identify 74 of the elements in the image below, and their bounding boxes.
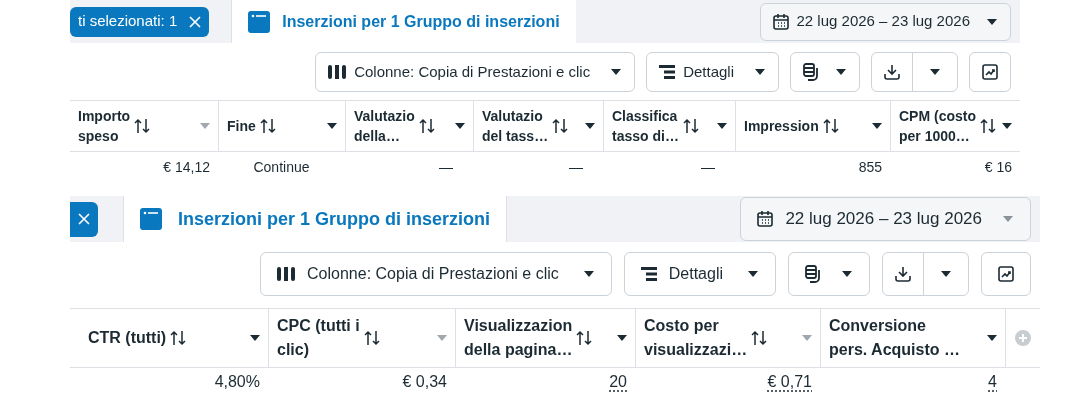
sort-icon: [363, 330, 380, 346]
close-icon: [189, 15, 202, 28]
breakdown-icon: [659, 64, 676, 80]
caret-icon: [754, 68, 766, 76]
sort-icon: [552, 118, 569, 134]
columns-button[interactable]: Colonne: Copia di Prestazioni e clic: [260, 252, 612, 296]
caret-icon: [747, 270, 759, 278]
table-cell-text: 855: [858, 157, 882, 177]
chart-button[interactable]: [969, 52, 1011, 92]
table-cell-text: € 16: [984, 157, 1012, 177]
window-icon: [140, 208, 162, 230]
date-range-button[interactable]: 22 lug 2026 – 23 lug 2026: [740, 197, 1031, 241]
sort-icon: [170, 330, 187, 346]
tab[interactable]: Inserzioni per 1 Gruppo di inserzioni: [231, 0, 576, 43]
sort-icon: [259, 118, 276, 134]
column-header[interactable]: CTR (tutti): [80, 309, 268, 367]
date-range-button[interactable]: 22 lug 2026 – 23 lug 2026: [759, 2, 1011, 41]
table-cell-text: —: [701, 157, 715, 177]
selection-chip[interactable]: [70, 201, 98, 237]
caret-icon: [841, 270, 853, 278]
chart-icon: [998, 266, 1014, 282]
calendar-icon: [772, 13, 789, 30]
sort-icon: [134, 118, 151, 134]
column-header[interactable]: Fine: [218, 101, 345, 151]
download-icon: [895, 266, 911, 282]
details-button[interactable]: Dettagli: [646, 52, 779, 92]
chart-icon: [982, 64, 998, 80]
table-cell-text: 4: [988, 372, 997, 392]
column-header[interactable]: Valutazio del tass…: [473, 101, 603, 151]
calendar-icon: [757, 211, 774, 227]
column-header[interactable]: Visualizzazion della pagina…: [455, 309, 635, 367]
window-icon: [248, 10, 271, 33]
column-header[interactable]: Classifica tasso di…: [603, 101, 735, 151]
sort-icon: [682, 118, 699, 134]
tab[interactable]: Inserzioni per 1 Gruppo di inserzioni: [123, 196, 508, 242]
add-column-icon: [1015, 330, 1031, 346]
columns-button[interactable]: Colonne: Copia di Prestazioni e clic: [315, 52, 636, 92]
table-cell-text: 20: [609, 372, 627, 392]
columns-icon: [277, 266, 296, 282]
caret-icon: [835, 68, 847, 76]
column-header[interactable]: CPC (tutti i clic): [268, 309, 455, 367]
details-button[interactable]: Dettagli: [623, 252, 776, 296]
column-header[interactable]: Valutazio della…: [345, 101, 473, 151]
table-cell-text: 4,80%: [214, 372, 260, 392]
column-header[interactable]: Conversione pers. Acquisto …: [820, 309, 1005, 367]
table-cell-text: € 0,71: [767, 372, 812, 392]
sort-icon: [576, 330, 593, 346]
table-cell-text: € 0,34: [402, 372, 447, 392]
caret-icon: [940, 270, 952, 278]
columns-icon: [328, 64, 347, 80]
column-header[interactable]: Importo speso: [70, 101, 218, 151]
table-cell-text: —: [439, 157, 453, 177]
caret-icon: [582, 270, 595, 278]
stack-icon: [805, 265, 821, 283]
column-header[interactable]: Costo per visualizzazi…: [635, 309, 820, 367]
column-header[interactable]: CPM (costo per 1000…: [890, 101, 1020, 151]
sort-icon: [822, 118, 839, 134]
table-cell-text: Continue: [253, 157, 310, 177]
sort-icon: [418, 118, 435, 134]
sort-icon: [751, 330, 768, 346]
caret-icon: [929, 68, 941, 76]
stack-icon: [803, 63, 819, 81]
close-icon: [78, 213, 90, 225]
caret-icon: [610, 68, 623, 76]
selection-chip[interactable]: ti selezionati: 1: [70, 6, 210, 37]
column-header[interactable]: Impression: [735, 101, 890, 151]
chart-button[interactable]: [981, 252, 1031, 296]
reports-button[interactable]: [790, 52, 860, 92]
table-cell-text: —: [569, 157, 583, 177]
breakdown-icon: [640, 266, 657, 282]
reports-button[interactable]: [788, 252, 870, 296]
table-cell-text: € 14,12: [163, 157, 210, 177]
download-icon: [884, 64, 900, 80]
sort-icon: [980, 118, 996, 134]
